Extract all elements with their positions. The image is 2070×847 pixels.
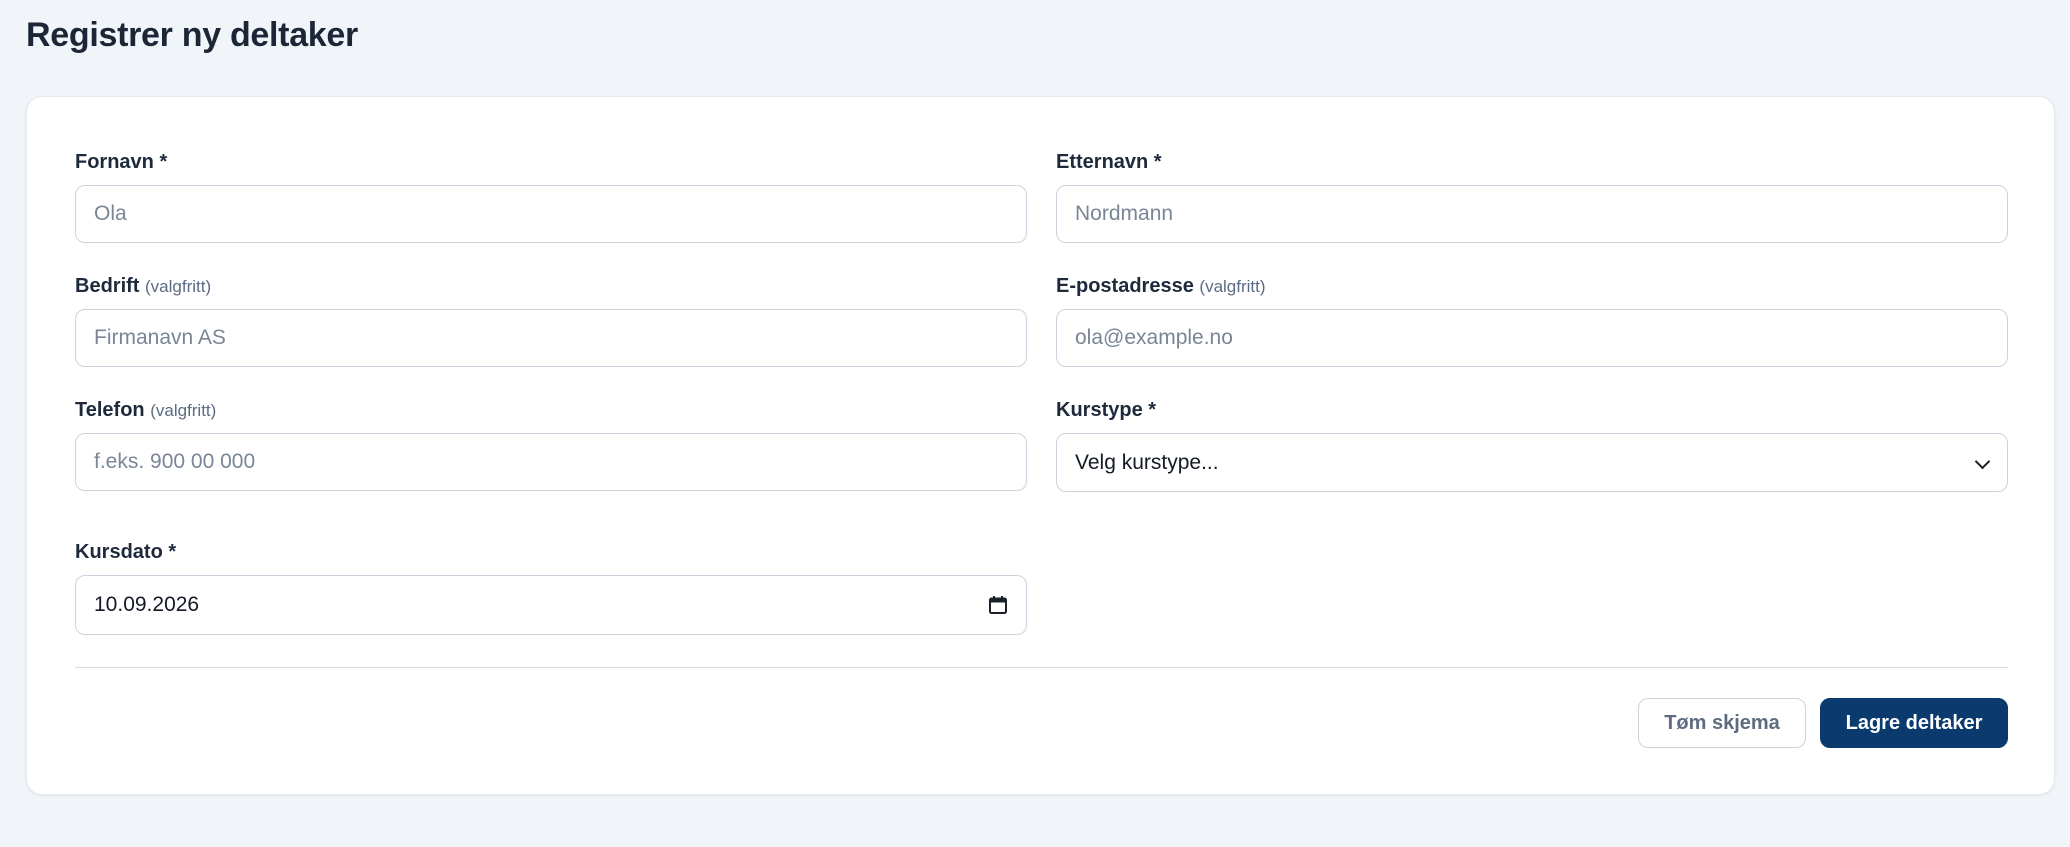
form-divider [75,667,2008,668]
course-type-field: Kurstype * Velg kurstype... [1056,397,2008,492]
course-date-field: Kursdato * 10.09.2026 [75,539,1027,635]
first-name-label: Fornavn * [75,151,168,173]
course-type-select[interactable]: Velg kurstype... [1056,433,2008,492]
calendar-icon[interactable] [988,595,1008,615]
company-label: Bedrift (valgfritt) [75,273,1027,299]
email-input[interactable] [1056,309,2008,367]
page-title: Registrer ny deltaker [26,16,358,54]
course-type-selected-value: Velg kurstype... [1075,450,1219,474]
course-type-label: Kurstype * [1056,399,1157,421]
email-optional-hint: (valgfritt) [1199,277,1266,296]
company-optional-hint: (valgfritt) [145,277,212,296]
phone-label: Telefon (valgfritt) [75,397,1027,423]
last-name-input[interactable] [1056,185,2008,243]
email-label-text: E-postadresse [1056,275,1194,297]
first-name-field: Fornavn * [75,149,1027,243]
company-label-text: Bedrift [75,275,140,297]
email-field: E-postadresse (valgfritt) [1056,273,2008,367]
course-date-label: Kursdato * [75,541,177,563]
chevron-down-icon [1975,456,1989,470]
save-participant-button[interactable]: Lagre deltaker [1820,698,2008,748]
course-date-input[interactable]: 10.09.2026 [75,575,1027,635]
registration-form-card: Fornavn * Etternavn * Bedrift (valgfritt… [26,96,2055,795]
course-date-value: 10.09.2026 [94,593,200,616]
phone-input[interactable] [75,433,1027,491]
company-field: Bedrift (valgfritt) [75,273,1027,367]
clear-form-button[interactable]: Tøm skjema [1638,698,1806,748]
phone-optional-hint: (valgfritt) [150,401,217,420]
email-label: E-postadresse (valgfritt) [1056,273,2008,299]
last-name-field: Etternavn * [1056,149,2008,243]
last-name-label: Etternavn * [1056,151,1162,173]
phone-label-text: Telefon [75,399,145,421]
company-input[interactable] [75,309,1027,367]
first-name-input[interactable] [75,185,1027,243]
phone-field: Telefon (valgfritt) [75,397,1027,491]
